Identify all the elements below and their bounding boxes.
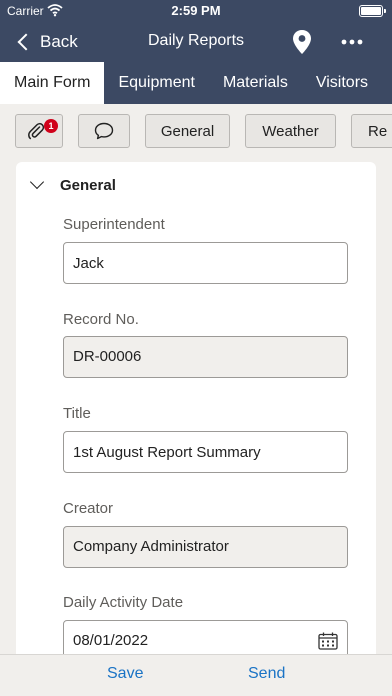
battery-icon bbox=[359, 5, 386, 17]
title-field[interactable] bbox=[63, 431, 348, 473]
activity-date-value: 08/01/2022 bbox=[73, 632, 149, 649]
tab-bar: Main Form Equipment Materials Visitors bbox=[0, 62, 392, 104]
section-general-toggle[interactable]: General bbox=[29, 174, 116, 196]
tab-equipment[interactable]: Equipment bbox=[104, 62, 209, 104]
back-button[interactable]: Back bbox=[14, 28, 78, 56]
chevron-down-icon bbox=[29, 174, 45, 190]
back-label: Back bbox=[40, 32, 78, 51]
creator-field: Company Administrator bbox=[63, 526, 348, 568]
more-icon[interactable] bbox=[338, 28, 366, 56]
section-title: General bbox=[60, 176, 116, 194]
comments-button[interactable] bbox=[78, 114, 130, 148]
comment-icon bbox=[94, 122, 114, 140]
chip-weather[interactable]: Weather bbox=[245, 114, 336, 148]
superintendent-field[interactable] bbox=[63, 242, 348, 284]
activity-date-label: Daily Activity Date bbox=[63, 594, 184, 611]
calendar-icon[interactable] bbox=[318, 632, 338, 650]
attachments-button[interactable]: 1 bbox=[15, 114, 63, 148]
chip-bar: 1 General Weather Re bbox=[0, 104, 392, 158]
superintendent-label: Superintendent bbox=[63, 216, 165, 233]
location-pin-icon[interactable] bbox=[289, 28, 315, 56]
form-card: General Superintendent Record No. DR-000… bbox=[16, 162, 376, 696]
record-no-field: DR-00006 bbox=[63, 336, 348, 378]
attachment-count-badge: 1 bbox=[44, 119, 58, 133]
record-no-label: Record No. bbox=[63, 311, 139, 328]
tab-main-form[interactable]: Main Form bbox=[0, 62, 105, 104]
send-button[interactable]: Send bbox=[248, 665, 285, 683]
creator-label: Creator bbox=[63, 500, 114, 517]
status-time: 2:59 PM bbox=[171, 3, 221, 18]
tab-visitors[interactable]: Visitors bbox=[302, 62, 382, 104]
status-bar: Carrier 2:59 PM bbox=[0, 0, 392, 22]
chip-next-partial[interactable]: Re bbox=[351, 114, 392, 148]
nav-bar: Back Daily Reports bbox=[0, 22, 392, 62]
save-button[interactable]: Save bbox=[107, 665, 143, 683]
chip-general[interactable]: General bbox=[145, 114, 230, 148]
title-label: Title bbox=[63, 405, 91, 422]
back-chevron-icon bbox=[17, 33, 35, 51]
bottom-action-bar: Save Send bbox=[0, 654, 392, 696]
tab-materials[interactable]: Materials bbox=[209, 62, 302, 104]
paperclip-icon bbox=[28, 122, 45, 140]
